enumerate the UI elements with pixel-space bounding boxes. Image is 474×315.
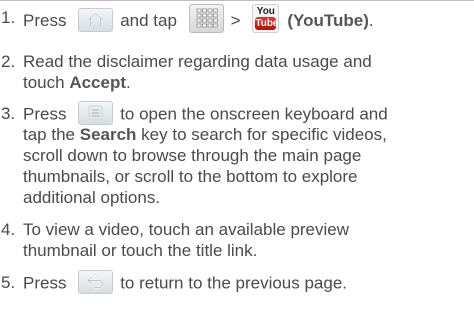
step-number: 3. [1,104,16,123]
back-key-icon [78,270,114,294]
top-rule [0,0,474,1]
menu-key-icon [78,101,114,125]
step-text: Press to return to the previous page. [23,270,471,294]
search-key-label: Search [79,125,137,144]
accept-label: Accept [69,73,127,92]
step-text: Press and tap > You Tube (YouTube). [23,4,471,33]
step-number: 1. [1,8,16,27]
step-number: 2. [1,52,16,71]
step-text: Press to open the onscreen keyboard and … [23,101,471,208]
step-text: Read the disclaimer regarding data usage… [23,52,372,92]
step-number: 5. [1,273,16,292]
youtube-icon: You Tube [252,4,280,33]
step-text: To view a video, touch an available prev… [23,220,350,260]
step-number: 4. [1,220,16,239]
youtube-app-name: (YouTube) [287,10,369,30]
home-key-icon [78,7,114,32]
apps-grid-icon [188,4,224,33]
